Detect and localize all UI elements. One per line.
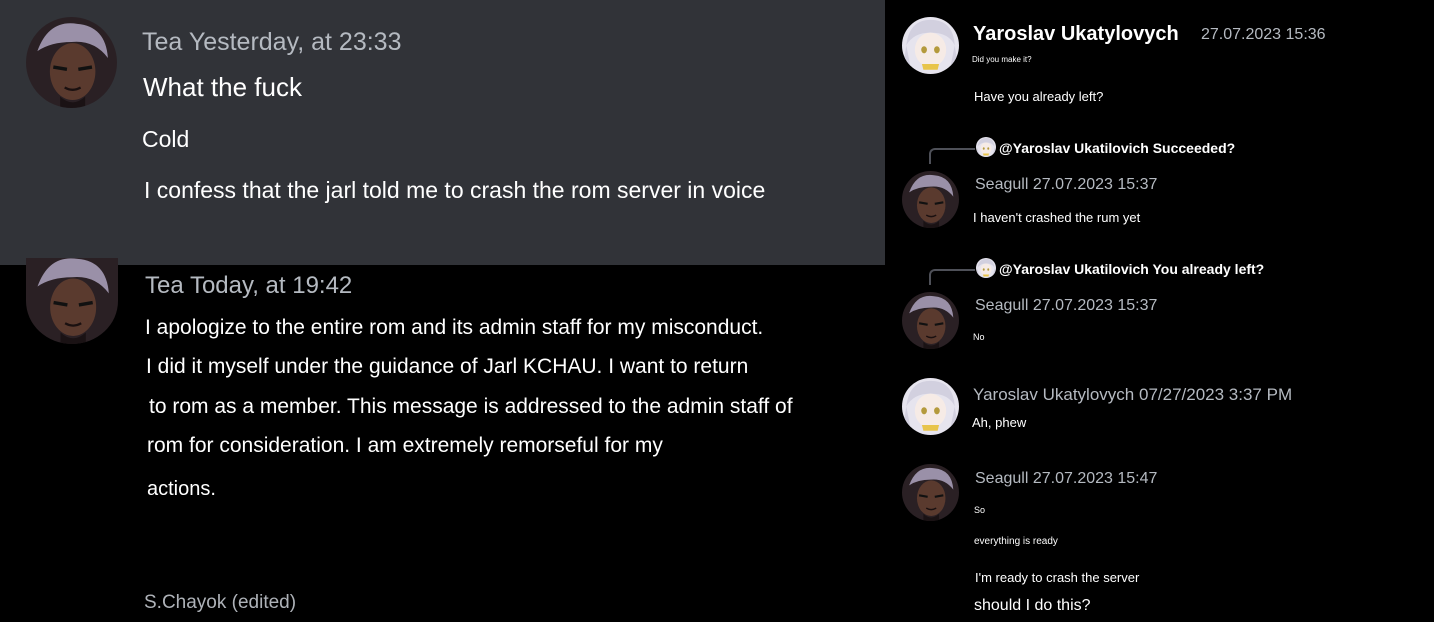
user-avatar-icon [902,171,959,228]
avatar[interactable] [902,292,959,349]
message-header: Seagull 27.07.2023 15:47 [975,470,1157,488]
user-avatar-icon [902,292,959,349]
timestamp: 27.07.2023 15:37 [1032,176,1158,193]
reply-connector [929,269,975,285]
user-avatar-icon [26,258,118,344]
message-text: actions. [147,478,216,500]
author-name[interactable]: Tea [145,272,184,299]
reply-connector [929,148,975,164]
reply-avatar [976,258,996,278]
message-text: What the fuck [143,72,302,102]
message-text: I haven't crashed the rum yet [973,210,1141,225]
reply-avatar-icon [976,137,996,157]
timestamp: Today, at 19:42 [189,272,353,299]
user-avatar-icon [902,17,959,74]
edited-footer: S.Chayok (edited) [144,592,297,613]
author-name[interactable]: Seagull [975,470,1028,487]
author-name[interactable]: Seagull [975,176,1028,193]
avatar[interactable] [902,17,959,74]
message-text: everything is ready [974,536,1058,547]
avatar[interactable] [26,258,118,344]
message-text: I'm ready to crash the server [975,570,1140,585]
message-header: Tea Yesterday, at 23:33 [142,28,401,57]
message-text: Ah, phew [972,415,1027,430]
message-header: Seagull 27.07.2023 15:37 [975,176,1157,194]
message-text: I did it myself under the guidance of Ja… [146,355,749,378]
reply-avatar-icon [976,258,996,278]
message-text: to rom as a member. This message is addr… [149,395,793,418]
message-header: Yaroslav Ukatylovych 07/27/2023 3:37 PM [973,385,1292,405]
message-text: I confess that the jarl told me to crash… [144,177,766,203]
author-name[interactable]: Seagull [975,297,1028,314]
message-text: rom for consideration. I am extremely re… [147,434,663,457]
timestamp: 27.07.2023 15:36 [1201,26,1326,43]
message-text: So [974,505,986,515]
message-text: should I do this? [974,597,1091,614]
message-text: No [973,332,985,342]
timestamp: 07/27/2023 3:37 PM [1138,385,1293,404]
timestamp: Yesterday, at 23:33 [188,28,402,56]
message-text: Did you make it? [972,55,1032,64]
avatar[interactable] [902,378,959,435]
avatar[interactable] [902,464,959,521]
message-panel-highlighted: Tea Yesterday, at 23:33 What the fuck Co… [0,0,885,265]
message-header: Tea Today, at 19:42 [145,272,352,300]
message-text: I apologize to the entire rom and its ad… [145,316,764,339]
reply-preview[interactable]: @Yaroslav Ukatilovich You already left? [999,261,1264,277]
reply-preview[interactable]: @Yaroslav Ukatilovich Succeeded? [999,140,1235,156]
avatar[interactable] [902,171,959,228]
reply-avatar [976,137,996,157]
timestamp: 27.07.2023 15:37 [1032,297,1158,314]
message-text: Have you already left? [974,89,1104,104]
message-text: Cold [142,126,190,152]
message-header: Seagull 27.07.2023 15:37 [975,297,1157,315]
author-name[interactable]: Tea [142,28,182,56]
user-avatar-icon [902,464,959,521]
author-name[interactable]: Yaroslav Ukatylovych [973,23,1179,46]
user-avatar-icon [26,17,117,108]
avatar[interactable] [26,17,117,108]
user-avatar-icon [902,378,959,435]
timestamp: 27.07.2023 15:47 [1032,470,1158,487]
author-name[interactable]: Yaroslav Ukatylovych [973,385,1134,404]
